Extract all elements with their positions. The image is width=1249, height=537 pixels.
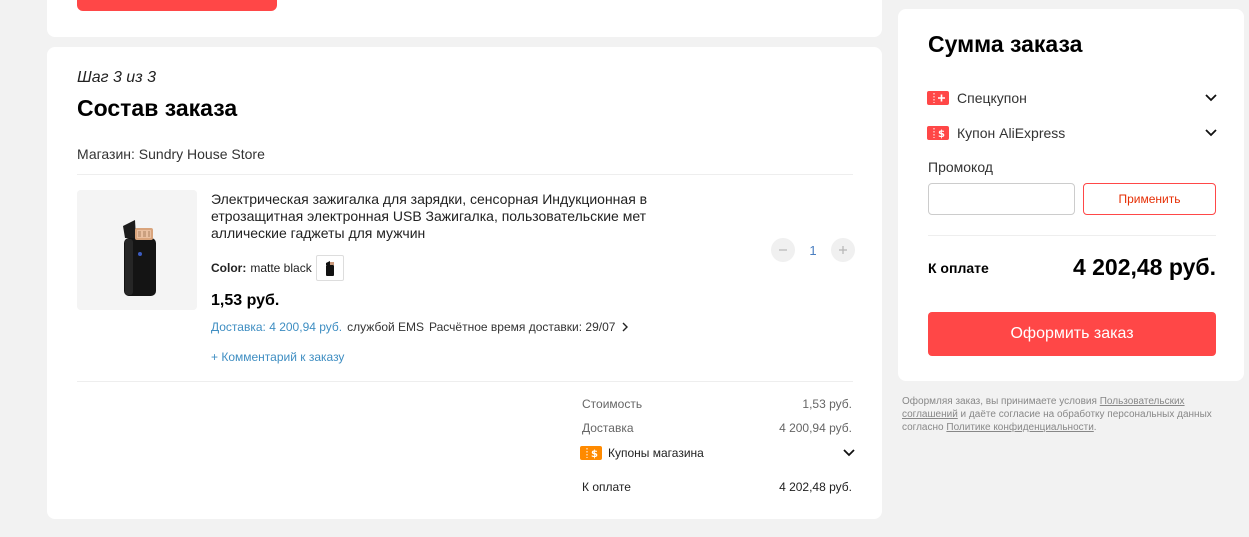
promo-label: Промокод	[928, 159, 993, 175]
delivery-time: Расчётное время доставки: 29/07	[429, 320, 616, 334]
previous-step-card	[47, 0, 882, 37]
store-name[interactable]: Магазин: Sundry House Store	[77, 146, 265, 162]
chevron-down-icon[interactable]	[1204, 128, 1218, 138]
quantity-stepper: 1	[771, 238, 855, 262]
promo-code-input[interactable]	[928, 183, 1075, 215]
quantity-value[interactable]: 1	[809, 243, 817, 258]
ali-coupon-icon: $	[927, 126, 949, 140]
chevron-down-icon[interactable]	[1204, 93, 1218, 103]
legal-text: Оформляя заказ, вы принимаете условия	[902, 396, 1100, 407]
previous-step-button[interactable]	[77, 0, 277, 11]
cost-label: Стоимость	[582, 397, 643, 411]
color-value: matte black	[250, 261, 312, 275]
checkout-button[interactable]: Оформить заказ	[928, 312, 1216, 356]
order-summary-card: Сумма заказа Спецкупон $ Купон AliExpres…	[898, 9, 1244, 381]
summary-title: Сумма заказа	[928, 31, 1083, 57]
product-color: Color: matte black	[211, 255, 344, 281]
chevron-down-icon[interactable]	[842, 448, 856, 458]
special-coupon-row[interactable]: Спецкупон	[927, 90, 1027, 106]
add-comment-link[interactable]: + Комментарий к заказу	[211, 350, 344, 364]
total-value: 4 202,48 руб.	[1072, 254, 1216, 280]
divider	[77, 381, 853, 382]
ali-coupon-label: Купон AliExpress	[957, 125, 1066, 141]
plus-icon	[839, 246, 847, 254]
minus-icon	[779, 249, 787, 251]
color-label: Color:	[211, 261, 247, 275]
product-price: 1,53 руб.	[211, 292, 280, 309]
special-coupon-icon	[927, 91, 949, 105]
divider	[77, 174, 853, 175]
delivery-service: службой EMS	[347, 320, 425, 334]
order-composition-card: Шаг 3 из 3 Состав заказа Магазин: Sundry…	[47, 47, 882, 519]
svg-text:$: $	[938, 129, 945, 140]
shop-coupons-label: Купоны магазина	[608, 446, 704, 460]
lighter-thumb-icon	[325, 261, 334, 276]
lighter-image-icon	[77, 190, 197, 310]
delivery-info[interactable]: Доставка: 4 200,94 руб. службой EMS Расч…	[211, 320, 630, 334]
divider	[928, 235, 1216, 236]
total-label: К оплате	[928, 260, 989, 276]
increase-quantity-button[interactable]	[831, 238, 855, 262]
product-title[interactable]: Электрическая зажигалка для зарядки, сен…	[211, 191, 681, 242]
step-indicator: Шаг 3 из 3	[77, 69, 156, 86]
decrease-quantity-button[interactable]	[771, 238, 795, 262]
legal-notice: Оформляя заказ, вы принимаете условия По…	[902, 395, 1242, 434]
shop-coupons-row[interactable]: $ Купоны магазина	[580, 446, 704, 460]
shipping-label: Доставка	[582, 421, 634, 435]
legal-text: .	[1093, 422, 1097, 433]
section-title: Состав заказа	[77, 95, 238, 121]
shop-coupon-icon: $	[580, 446, 602, 460]
store-total-label: К оплате	[582, 480, 631, 494]
chevron-right-icon[interactable]	[620, 322, 630, 332]
privacy-policy-link[interactable]: Политике конфиденциальности	[946, 422, 1093, 433]
apply-promo-button[interactable]: Применить	[1083, 183, 1216, 215]
color-thumbnail[interactable]	[315, 255, 344, 281]
product-image[interactable]	[77, 190, 197, 310]
svg-text:$: $	[591, 449, 598, 460]
cost-value: 1,53 руб.	[802, 397, 852, 411]
ali-coupon-row[interactable]: $ Купон AliExpress	[927, 125, 1065, 141]
store-total-value: 4 202,48 руб.	[779, 480, 852, 494]
special-coupon-label: Спецкупон	[957, 90, 1027, 106]
delivery-price: Доставка: 4 200,94 руб.	[211, 320, 343, 334]
shipping-value: 4 200,94 руб.	[779, 421, 852, 435]
